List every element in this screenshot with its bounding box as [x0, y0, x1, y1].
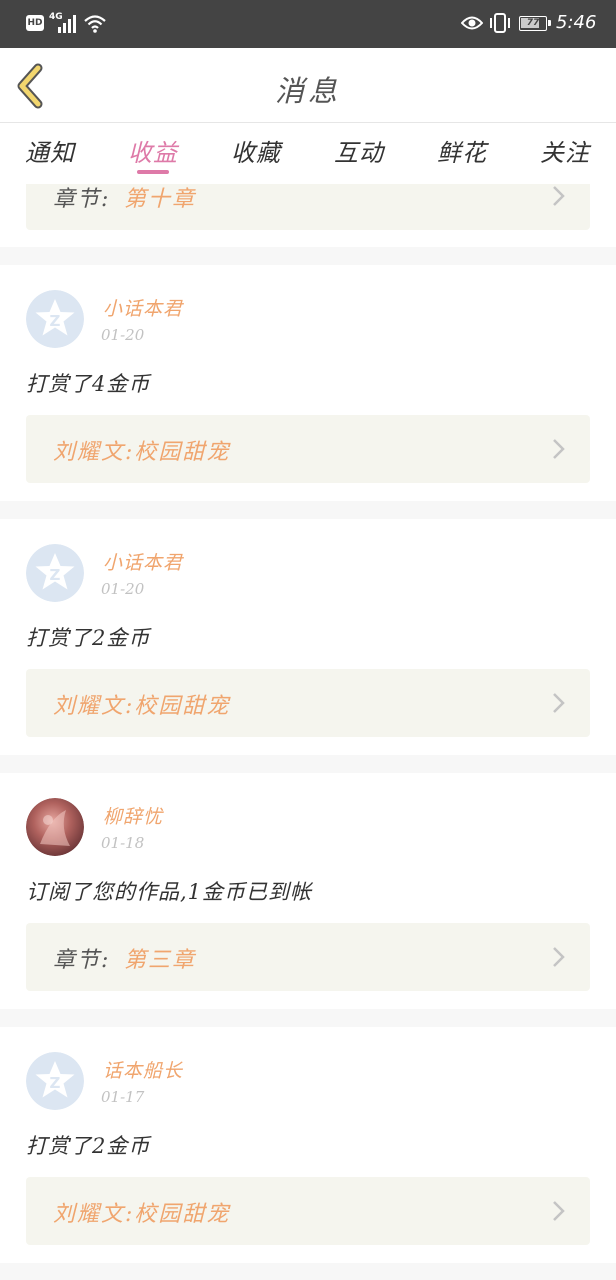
username[interactable]: 柳辞忧	[103, 802, 163, 829]
message-text: 打赏了2金币	[26, 626, 151, 650]
username[interactable]: 话本船长	[103, 1056, 183, 1083]
book-title: 刘耀文:校园甜宠	[53, 694, 231, 719]
chevron-right-icon	[553, 947, 565, 967]
active-tab-indicator	[137, 170, 169, 174]
hd-badge: HD	[26, 15, 44, 31]
chapter-link[interactable]: 章节: 第十章	[26, 184, 590, 230]
username[interactable]: 小话本君	[103, 294, 183, 321]
battery-icon: 77	[519, 16, 551, 31]
eye-comfort-icon	[461, 16, 483, 30]
chevron-right-icon	[553, 693, 565, 713]
chevron-right-icon	[553, 186, 565, 206]
message-card: Z 小话本君 01-20 打赏了2金币 刘耀文:校园甜宠	[0, 519, 616, 755]
chapter-name: 第三章	[124, 948, 197, 973]
book-link[interactable]: 刘耀文:校园甜宠	[26, 669, 590, 737]
battery-level: 77	[526, 18, 540, 28]
navigation-header: 消息	[0, 48, 616, 123]
clock: 5:46	[556, 12, 597, 33]
message-date: 01-20	[101, 580, 145, 598]
message-date: 01-20	[101, 326, 145, 344]
chapter-link[interactable]: 章节: 第三章	[26, 923, 590, 991]
page-title: 消息	[274, 74, 341, 108]
chapter-label: 章节:	[53, 948, 111, 973]
book-title: 刘耀文:校园甜宠	[53, 1202, 231, 1227]
username[interactable]: 小话本君	[103, 548, 183, 575]
default-star-avatar-icon: Z	[26, 290, 84, 348]
message-date: 01-18	[101, 834, 145, 852]
avatar[interactable]	[26, 798, 84, 856]
tab-interactions[interactable]: 互动	[324, 133, 394, 168]
message-date: 01-17	[101, 1088, 145, 1106]
tab-bar: 通知 收益 收藏 互动 鲜花 关注	[0, 124, 616, 184]
message-text: 打赏了2金币	[26, 1134, 151, 1158]
signal-icon	[58, 15, 76, 33]
status-bar: HD 4G 77 5:46	[0, 0, 616, 48]
message-feed[interactable]: 章节: 第十章 Z 小话本君 01-20 打赏了4金币 刘耀文:校园甜宠 Z 小…	[0, 184, 616, 1280]
default-star-avatar-icon: Z	[26, 1052, 84, 1110]
avatar[interactable]: Z	[26, 1052, 84, 1110]
message-card: 柳辞忧 01-18 订阅了您的作品,1金币已到帐 章节: 第三章	[0, 773, 616, 1009]
tab-flowers[interactable]: 鲜花	[427, 133, 497, 168]
message-card: Z 话本船长 01-17 打赏了2金币 刘耀文:校园甜宠	[0, 1027, 616, 1263]
tab-favorites[interactable]: 收藏	[221, 133, 291, 168]
svg-text:Z: Z	[50, 312, 61, 330]
default-star-avatar-icon: Z	[26, 544, 84, 602]
message-text: 打赏了4金币	[26, 372, 151, 396]
tab-earnings[interactable]: 收益	[118, 133, 188, 168]
tab-following[interactable]: 关注	[530, 133, 600, 168]
avatar[interactable]: Z	[26, 544, 84, 602]
tab-notifications[interactable]: 通知	[15, 133, 85, 168]
chapter-name: 第十章	[124, 187, 197, 212]
chapter-label: 章节:	[53, 187, 111, 212]
svg-text:Z: Z	[50, 566, 61, 584]
book-title: 刘耀文:校园甜宠	[53, 440, 231, 465]
wifi-icon	[84, 15, 106, 33]
avatar[interactable]: Z	[26, 290, 84, 348]
message-card: 章节: 第十章	[0, 184, 616, 247]
message-card: Z 小话本君 01-20 打赏了4金币 刘耀文:校园甜宠	[0, 265, 616, 501]
message-text: 订阅了您的作品,1金币已到帐	[26, 880, 313, 904]
chevron-right-icon	[553, 1201, 565, 1221]
svg-text:Z: Z	[50, 1074, 61, 1092]
vibrate-icon	[490, 13, 510, 33]
photo-avatar-icon	[26, 798, 84, 856]
chevron-right-icon	[553, 439, 565, 459]
book-link[interactable]: 刘耀文:校园甜宠	[26, 1177, 590, 1245]
book-link[interactable]: 刘耀文:校园甜宠	[26, 415, 590, 483]
